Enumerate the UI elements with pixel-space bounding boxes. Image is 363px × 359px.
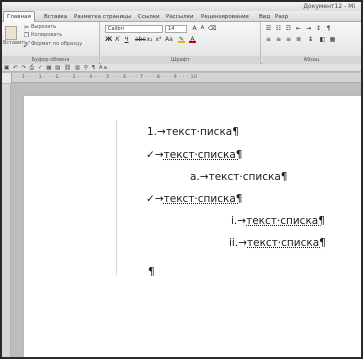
align-left-icon[interactable]: ≡ — [265, 36, 272, 43]
list-line-4[interactable]: ✓→текст·списка¶ — [146, 193, 242, 206]
borders-icon[interactable]: ▦ — [329, 36, 336, 43]
shading-icon[interactable]: ◧ — [319, 36, 326, 43]
format-painter-icon: 🖌 — [23, 41, 31, 48]
justify-icon[interactable]: ≣ — [295, 36, 302, 43]
scissors-icon: ✂ — [23, 24, 30, 31]
tab-view[interactable]: Вид — [256, 12, 273, 22]
clear-format-icon[interactable]: ⌫ — [208, 25, 216, 32]
clipboard-group-label: Буфер обмена — [2, 56, 99, 64]
font-color-icon[interactable]: A — [189, 36, 196, 43]
copy-button[interactable]: Копировать — [31, 32, 62, 39]
increase-indent-icon[interactable]: ⇥ — [305, 25, 312, 32]
change-case-icon[interactable]: Aa — [165, 36, 173, 43]
tab-review[interactable]: Рецензирование — [198, 12, 252, 22]
tab-selector[interactable] — [2, 73, 12, 83]
clipboard-group: Вставить ✂ Вырезать ❐ Копировать 🖌 Форма… — [2, 22, 100, 64]
quick-access-toolbar: ▣ ↶ ↷ ⎙ ✓ ▦ ▨ ⛓ ▥ ⚲ ¶ Aa — [2, 64, 361, 72]
list-line-6[interactable]: ii.→текст·списка¶ — [229, 237, 326, 250]
grow-font-icon[interactable]: A — [191, 25, 198, 32]
numbering-icon[interactable]: ☷ — [275, 25, 282, 32]
picture-icon[interactable]: ▨ — [55, 65, 61, 71]
font-name-select[interactable]: Calibri — [105, 25, 163, 33]
tab-mark: → — [154, 193, 164, 205]
list-line-5[interactable]: i.→текст·списка¶ — [231, 215, 325, 228]
copy-icon: ❐ — [23, 32, 30, 39]
style-icon[interactable]: Aa — [99, 65, 108, 71]
bold-button[interactable]: Ж — [105, 36, 112, 43]
list-text: текст·писка¶ — [165, 126, 239, 138]
tab-mark: → — [237, 215, 247, 227]
vertical-ruler — [2, 84, 11, 357]
font-group-label: Шрифт — [101, 56, 260, 64]
list-text: текст·списка¶ — [247, 237, 326, 249]
margin-guide — [116, 120, 117, 275]
strikethrough-icon[interactable]: abc — [135, 36, 146, 43]
align-right-icon[interactable]: ≡ — [285, 36, 292, 43]
table-icon[interactable]: ▦ — [46, 65, 52, 71]
list-marker: ii. — [229, 237, 239, 249]
line-spacing-icon[interactable]: ↨ — [307, 36, 314, 43]
ruler-scale: · 1 · · · 1 · · · 2 · · · 3 · · · 4 · · … — [18, 75, 202, 80]
list-text: текст·списка¶ — [163, 193, 243, 205]
list-text: текст·списка¶ — [246, 215, 325, 227]
font-group: Calibri 14 A A ⌫ Ж К Ч abc x₂ x² Aa ✎ A … — [101, 22, 261, 64]
tab-mark: → — [154, 149, 164, 161]
save-icon[interactable]: ▣ — [4, 65, 10, 71]
italic-button[interactable]: К — [114, 36, 121, 43]
list-marker: a. — [190, 171, 200, 183]
horizontal-ruler[interactable]: · 1 · · · 1 · · · 2 · · · 3 · · · 4 · · … — [2, 73, 361, 83]
bullets-icon[interactable]: ☰ — [265, 25, 272, 32]
paragraph-mark-icon[interactable]: ¶ — [92, 65, 97, 71]
tab-mark: → — [157, 126, 166, 138]
cut-button[interactable]: Вырезать — [31, 24, 56, 31]
check-bullet-icon: ✓ — [146, 149, 155, 161]
list-line-3[interactable]: a.→текст·списка¶ — [190, 171, 287, 184]
highlight-icon[interactable]: ✎ — [178, 36, 185, 43]
list-line-2[interactable]: ✓→текст·списка¶ — [146, 149, 242, 162]
paragraph-group: ☰ ☷ ☶ ⇤ ⇥ ↕ ¶ ≡ ≡ ≡ ≣ ↨ ◧ ▦ Абзац — [262, 22, 361, 64]
shrink-font-icon[interactable]: A — [199, 25, 206, 32]
empty-paragraph[interactable]: ¶ — [148, 266, 155, 279]
list-text: текст·списка¶ — [208, 171, 288, 183]
spelling-icon[interactable]: ✓ — [38, 65, 44, 71]
redo-icon[interactable]: ↷ — [21, 65, 27, 71]
decrease-indent-icon[interactable]: ⇤ — [295, 25, 302, 32]
sort-icon[interactable]: ↕ — [315, 25, 322, 32]
tab-references[interactable]: Ссылки — [135, 12, 163, 22]
list-text: текст·списка¶ — [163, 149, 243, 161]
list-marker: 1. — [147, 126, 158, 138]
format-painter-button[interactable]: Формат по образцу — [31, 41, 82, 48]
word-window: Документ12 - Mi Главная Вставка Разметка… — [0, 0, 363, 359]
show-marks-icon[interactable]: ¶ — [325, 25, 332, 32]
tab-insert[interactable]: Вставка — [41, 12, 70, 22]
paragraph-group-label: Абзац — [262, 56, 361, 64]
check-bullet-icon: ✓ — [146, 193, 155, 205]
print-icon[interactable]: ⎙ — [30, 65, 35, 71]
undo-icon[interactable]: ↶ — [13, 65, 19, 71]
tab-mark: → — [238, 237, 247, 249]
tab-developer[interactable]: Разр — [272, 12, 291, 22]
title-bar: Документ12 - Mi — [2, 2, 361, 11]
align-center-icon[interactable]: ≡ — [275, 36, 282, 43]
columns-icon[interactable]: ▥ — [75, 65, 81, 71]
tab-mark: → — [199, 171, 209, 183]
paragraph-mark: ¶ — [148, 266, 155, 278]
window-title: Документ12 - Mi — [303, 3, 355, 10]
ribbon-tabs: Главная Вставка Разметка страницы Ссылки… — [2, 11, 361, 23]
subscript-icon[interactable]: x₂ — [146, 36, 153, 43]
ribbon: Вставить ✂ Вырезать ❐ Копировать 🖌 Форма… — [2, 22, 361, 64]
tab-page-layout[interactable]: Разметка страницы — [71, 12, 134, 22]
link-icon[interactable]: ⛓ — [64, 65, 72, 71]
font-size-select[interactable]: 14 — [165, 25, 187, 33]
zoom-icon[interactable]: ⚲ — [84, 65, 89, 71]
paste-icon[interactable] — [5, 26, 17, 40]
list-line-1[interactable]: 1.→текст·писка¶ — [147, 126, 239, 139]
tab-mailings[interactable]: Рассылки — [163, 12, 197, 22]
superscript-icon[interactable]: x² — [155, 36, 162, 43]
multilevel-list-icon[interactable]: ☶ — [285, 25, 292, 32]
underline-button[interactable]: Ч — [123, 36, 130, 43]
